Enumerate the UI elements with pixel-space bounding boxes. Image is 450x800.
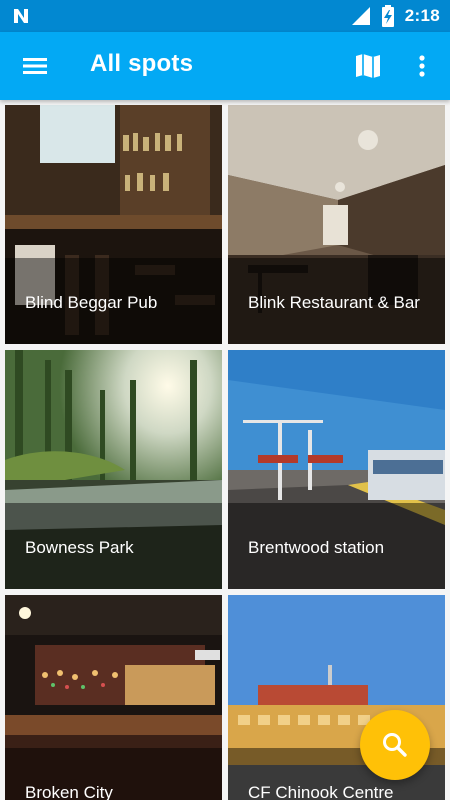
search-fab[interactable] <box>360 710 430 780</box>
spots-grid: Blind Beggar Pub Blink Restaurant & Bar <box>0 100 450 800</box>
spot-card[interactable]: Broken City <box>5 595 222 800</box>
spot-card[interactable]: Blink Restaurant & Bar <box>228 105 445 344</box>
battery-charging-icon <box>381 5 394 27</box>
spot-name: Brentwood station <box>248 538 385 557</box>
spot-name: Bowness Park <box>25 538 134 557</box>
spot-name: Broken City <box>25 783 113 800</box>
menu-icon[interactable] <box>18 52 52 80</box>
spot-name: Blink Restaurant & Bar <box>248 293 420 312</box>
more-vert-icon[interactable] <box>410 50 434 82</box>
spot-name: Blind Beggar Pub <box>25 293 158 312</box>
status-bar: 2:18 <box>0 0 450 32</box>
search-icon <box>383 733 407 757</box>
app-bar: All spots <box>0 32 450 100</box>
spot-card[interactable]: Blind Beggar Pub <box>5 105 222 344</box>
spot-card[interactable]: Bowness Park <box>5 350 222 589</box>
signal-icon <box>351 7 370 25</box>
page-title: All spots <box>90 50 194 77</box>
notification-n-icon <box>14 9 28 23</box>
map-icon[interactable] <box>354 52 382 80</box>
spot-card[interactable]: Brentwood station <box>228 350 445 589</box>
clock: 2:18 <box>404 6 440 25</box>
spot-name: CF Chinook Centre <box>248 783 394 800</box>
